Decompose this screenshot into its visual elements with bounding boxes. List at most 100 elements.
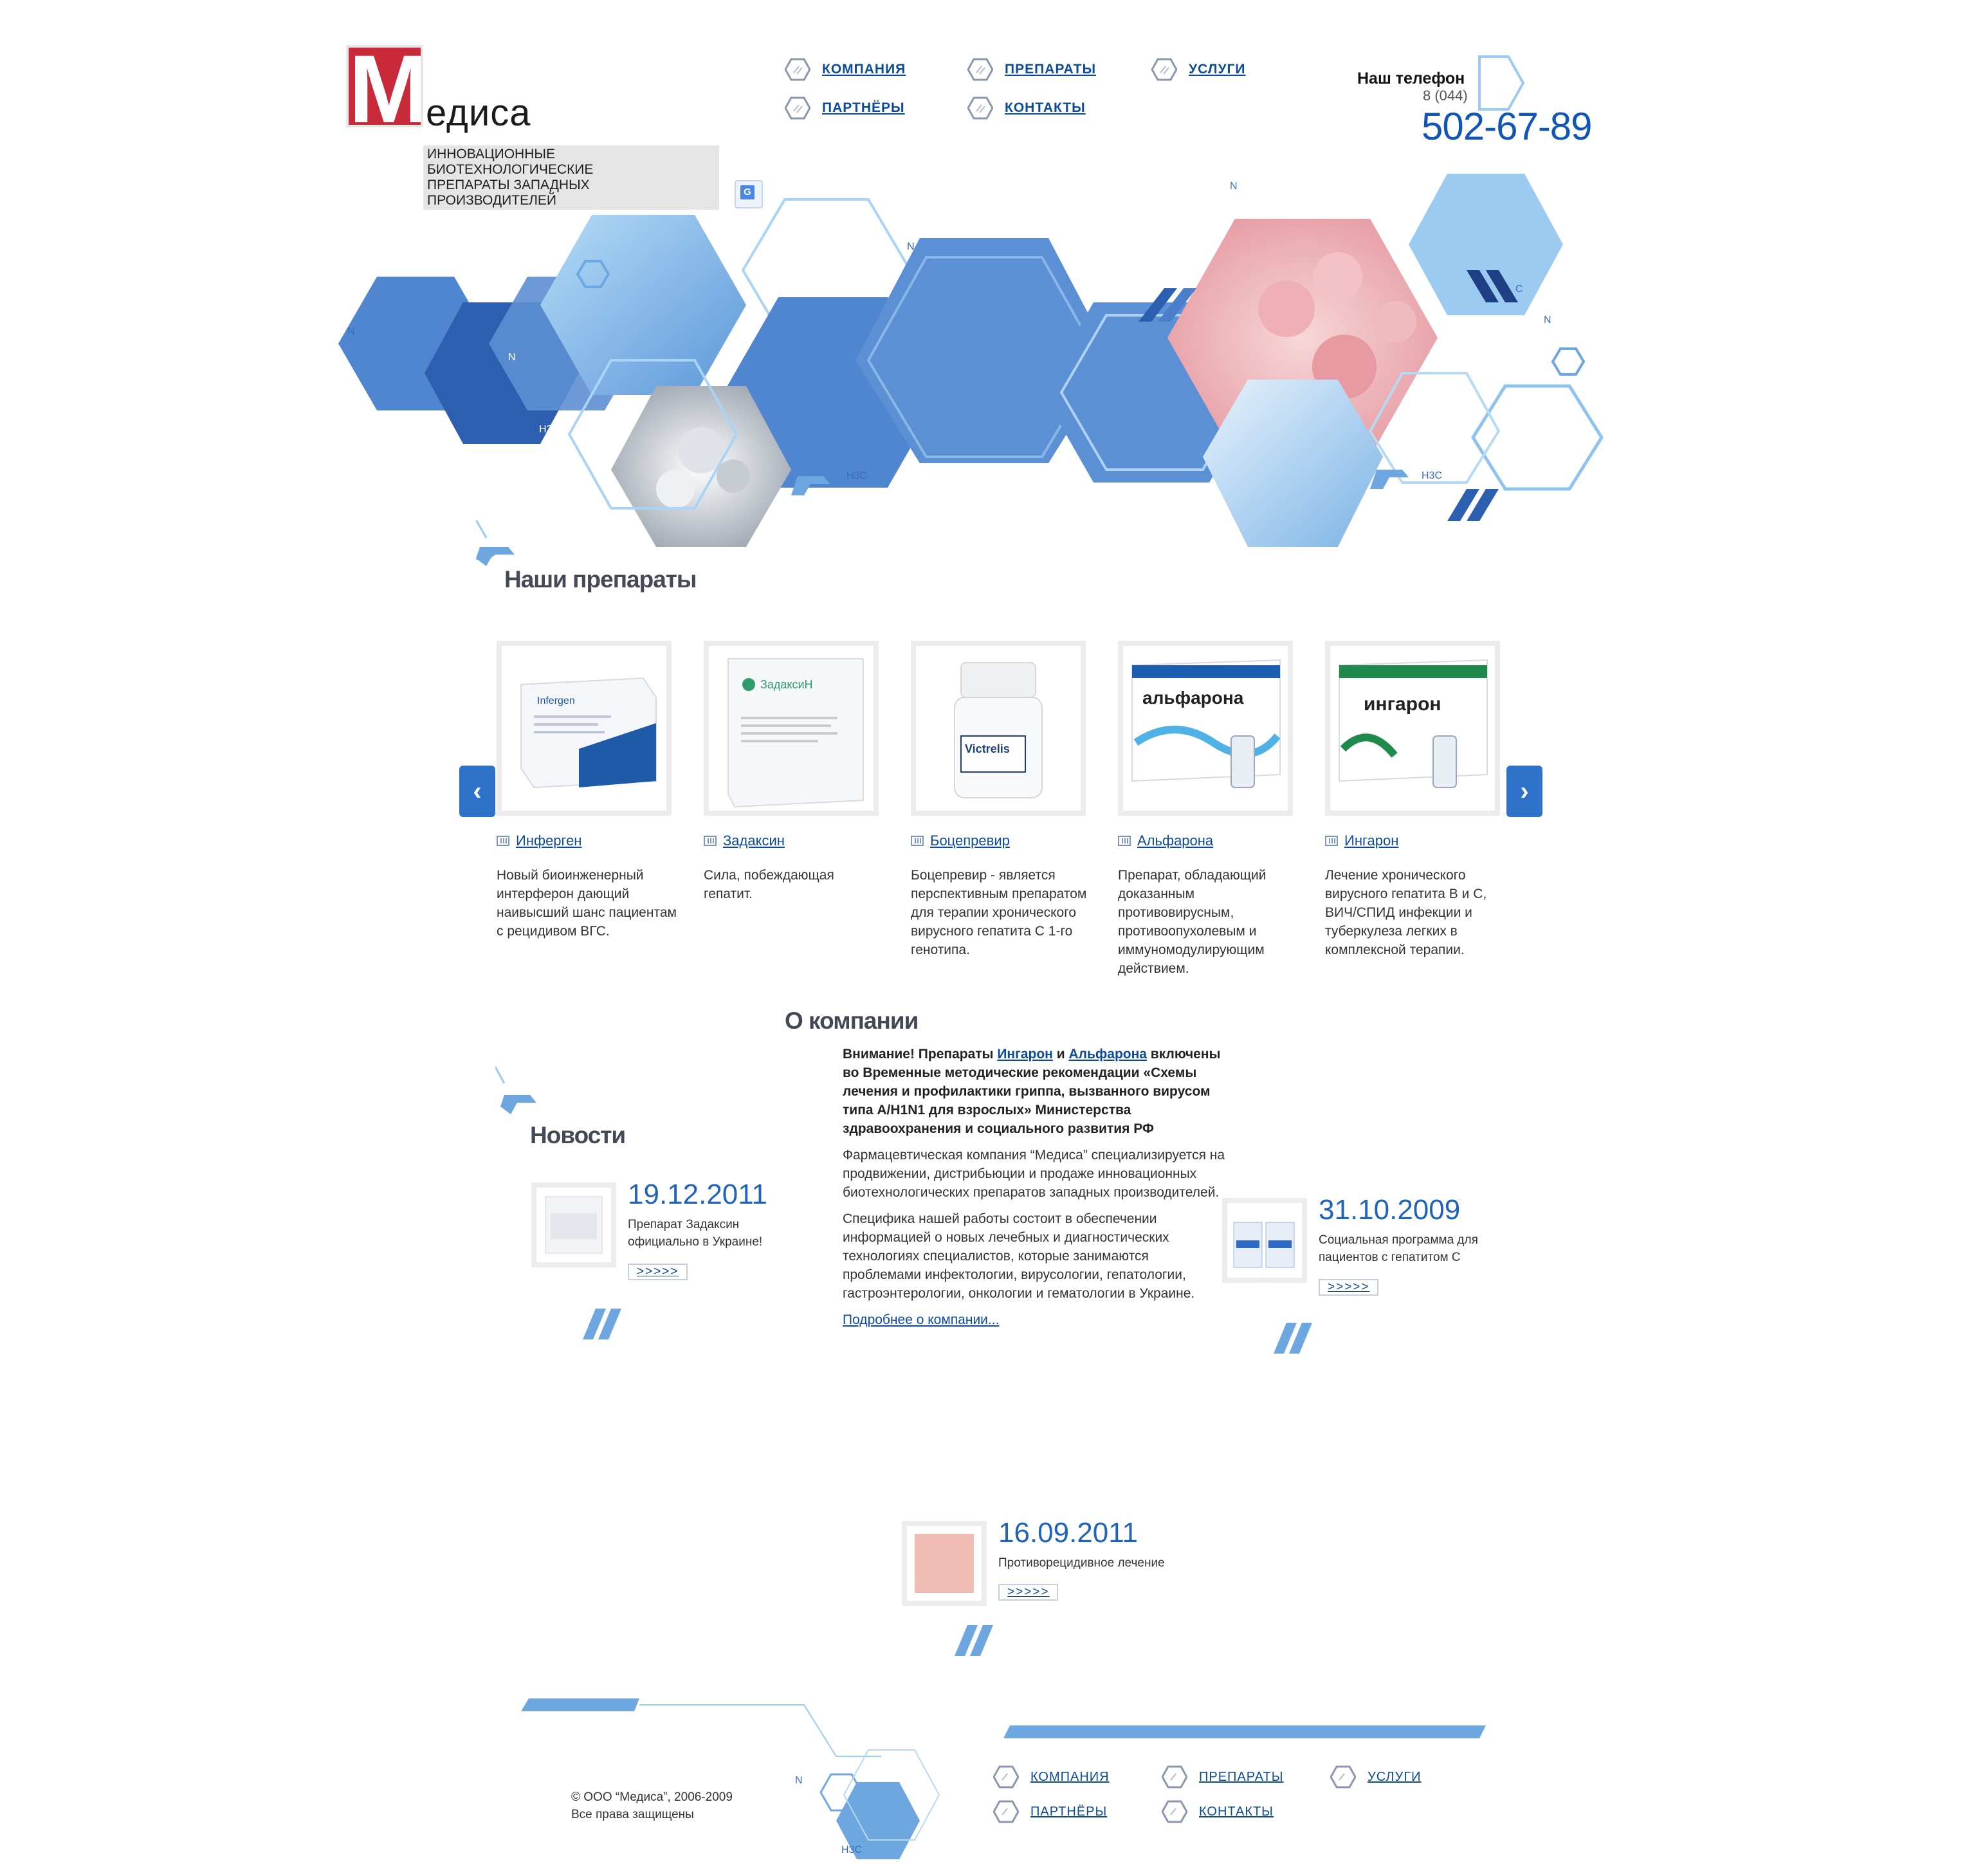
- nav-item-company[interactable]: КОМПАНИЯ: [785, 57, 906, 82]
- phone-code: 8 (044): [1423, 87, 1468, 104]
- notice-text: Внимание! Препараты: [843, 1047, 998, 1062]
- news-text: Социальная программа для пациентов с геп…: [1319, 1233, 1478, 1264]
- nav-link-contacts[interactable]: КОНТАКТЫ: [1005, 100, 1086, 116]
- chem-label: N: [508, 352, 516, 363]
- news-date: 16.09.2011: [998, 1517, 1138, 1549]
- news-title: Новости: [530, 1122, 626, 1148]
- document-icon: [1325, 836, 1338, 846]
- news-more-button[interactable]: >>>>>: [1319, 1279, 1379, 1296]
- chem-label: C: [1515, 284, 1523, 295]
- news-more-button[interactable]: >>>>>: [998, 1584, 1059, 1601]
- notice-link-ingaron[interactable]: Ингарон: [997, 1047, 1053, 1062]
- product-link[interactable]: Боцепревир: [930, 832, 1010, 849]
- footer-link-products[interactable]: ПРЕПАРАТЫ: [1199, 1770, 1283, 1785]
- chem-label: N: [1230, 181, 1238, 192]
- phone-label: Наш телефон: [1357, 69, 1465, 87]
- news-photo: [1233, 1222, 1295, 1268]
- phone-number[interactable]: 502-67-89: [1422, 104, 1593, 149]
- about-paragraph: Фармацевтическая компания “Медиса” специ…: [843, 1148, 1225, 1200]
- news-text: Противорецидивное лечение: [998, 1556, 1165, 1570]
- product-name[interactable]: Ингарон: [1325, 832, 1505, 849]
- document-icon: [704, 836, 717, 846]
- product-link[interactable]: Ингарон: [1344, 832, 1398, 849]
- hero-banner: N N N H3C H3C H3C N C N: [338, 174, 1604, 560]
- product-box-image: альфарона: [1131, 659, 1281, 788]
- product-card: ингарон Ингарон Лечение хронического вир…: [1325, 641, 1505, 959]
- product-link[interactable]: Альфарона: [1137, 832, 1213, 849]
- logo-mark: М: [346, 45, 423, 127]
- news-slash-decoration: [955, 1625, 993, 1656]
- nav-item-services[interactable]: УСЛУГИ: [1151, 57, 1246, 82]
- product-link[interactable]: Инферген: [516, 832, 581, 849]
- chem-label: N: [907, 241, 915, 252]
- footer-nav-company[interactable]: КОМПАНИЯ: [993, 1764, 1110, 1790]
- molecule-ball: [1313, 252, 1362, 301]
- news-slash-decoration: [583, 1309, 621, 1339]
- footer-link-company[interactable]: КОМПАНИЯ: [1030, 1770, 1110, 1785]
- carousel-prev-button[interactable]: ‹: [459, 766, 495, 817]
- hexagon-icon: [967, 58, 993, 81]
- news-date: 31.10.2009: [1319, 1194, 1461, 1226]
- notice-text: и: [1052, 1047, 1069, 1062]
- product-description: Лечение хронического вирусного гепатита …: [1325, 868, 1487, 957]
- product-image[interactable]: альфарона: [1118, 641, 1293, 816]
- svg-text:ЗадаксиН: ЗадаксиН: [760, 678, 813, 691]
- nav-item-contacts[interactable]: КОНТАКТЫ: [967, 95, 1086, 121]
- chem-label: H3C: [539, 424, 560, 435]
- chevron-right-icon: ›: [1520, 777, 1529, 805]
- footer-nav-partners[interactable]: ПАРТНЁРЫ: [993, 1799, 1107, 1825]
- product-name[interactable]: Альфарона: [1118, 832, 1298, 849]
- news-image[interactable]: [902, 1521, 987, 1606]
- carousel-next-button[interactable]: ›: [1506, 766, 1542, 817]
- footer-nav-contacts[interactable]: КОНТАКТЫ: [1162, 1799, 1274, 1825]
- product-name[interactable]: Задаксин: [704, 832, 884, 849]
- news-item: 31.10.2009 Социальная программа для паци…: [1222, 1194, 1492, 1327]
- product-link[interactable]: Задаксин: [723, 832, 785, 849]
- section-chevron-icon: [476, 520, 512, 566]
- about-notice: Внимание! Препараты Ингарон и Альфарона …: [843, 1045, 1229, 1138]
- document-icon: [497, 836, 509, 846]
- product-description: Боцепревир - является перспективным преп…: [911, 868, 1087, 957]
- footer-link-partners[interactable]: ПАРТНЁРЫ: [1030, 1805, 1107, 1819]
- chem-label: H3C: [846, 470, 867, 481]
- nav-item-partners[interactable]: ПАРТНЁРЫ: [785, 95, 905, 121]
- molecule-ball: [717, 459, 750, 493]
- news-image[interactable]: [531, 1182, 616, 1267]
- product-image[interactable]: Infergen: [497, 641, 672, 816]
- product-card: ЗадаксиН Задаксин Сила, побеждающая гепа…: [704, 641, 884, 903]
- news-text: Препарат Задаксин официально в Украине!: [628, 1218, 763, 1249]
- nav-link-products[interactable]: ПРЕПАРАТЫ: [1005, 62, 1096, 77]
- product-card: альфарона Альфарона Препарат, обладающий…: [1118, 641, 1298, 978]
- molecule-ball: [656, 470, 695, 508]
- nav-item-products[interactable]: ПРЕПАРАТЫ: [967, 57, 1096, 82]
- svg-text:альфарона: альфарона: [1142, 688, 1244, 708]
- footer-link-contacts[interactable]: КОНТАКТЫ: [1199, 1805, 1274, 1819]
- notice-link-alfarona[interactable]: Альфарона: [1068, 1047, 1147, 1062]
- chem-label: N: [795, 1775, 803, 1786]
- hexagon-icon: [785, 97, 810, 120]
- product-image[interactable]: ингарон: [1325, 641, 1500, 816]
- nav-link-services[interactable]: УСЛУГИ: [1189, 62, 1246, 77]
- molecule-ball: [1258, 280, 1315, 337]
- product-image[interactable]: Victrelis: [911, 641, 1086, 816]
- news-more-button[interactable]: >>>>>: [628, 1264, 688, 1280]
- news-image[interactable]: [1222, 1198, 1307, 1283]
- hexagon-icon: [1162, 1765, 1187, 1789]
- hero-hex-outline: [1551, 347, 1586, 376]
- product-name[interactable]: Боцепревир: [911, 832, 1091, 849]
- footer-link-services[interactable]: УСЛУГИ: [1368, 1770, 1422, 1785]
- footer-nav-products[interactable]: ПРЕПАРАТЫ: [1162, 1764, 1283, 1790]
- product-card: Infergen Инферген Новый биоинженерный ин…: [497, 641, 677, 941]
- product-box-image: ЗадаксиН: [727, 658, 864, 808]
- product-description: Новый биоинженерный интерферон дающий на…: [497, 868, 677, 939]
- product-image[interactable]: ЗадаксиН: [704, 641, 879, 816]
- footer-nav-services[interactable]: УСЛУГИ: [1330, 1764, 1422, 1790]
- nav-link-company[interactable]: КОМПАНИЯ: [822, 62, 906, 77]
- news-item: 16.09.2011 Противорецидивное лечение >>>…: [902, 1517, 1172, 1650]
- about-paragraph: Специфика нашей работы состоит в обеспеч…: [843, 1211, 1195, 1301]
- product-name[interactable]: Инферген: [497, 832, 677, 849]
- about-more-link[interactable]: Подробнее о компании...: [843, 1312, 999, 1327]
- nav-link-partners[interactable]: ПАРТНЁРЫ: [822, 100, 905, 116]
- document-icon: [1118, 836, 1131, 846]
- site-logo[interactable]: М едиса Инновационные биотехнологические…: [346, 45, 719, 210]
